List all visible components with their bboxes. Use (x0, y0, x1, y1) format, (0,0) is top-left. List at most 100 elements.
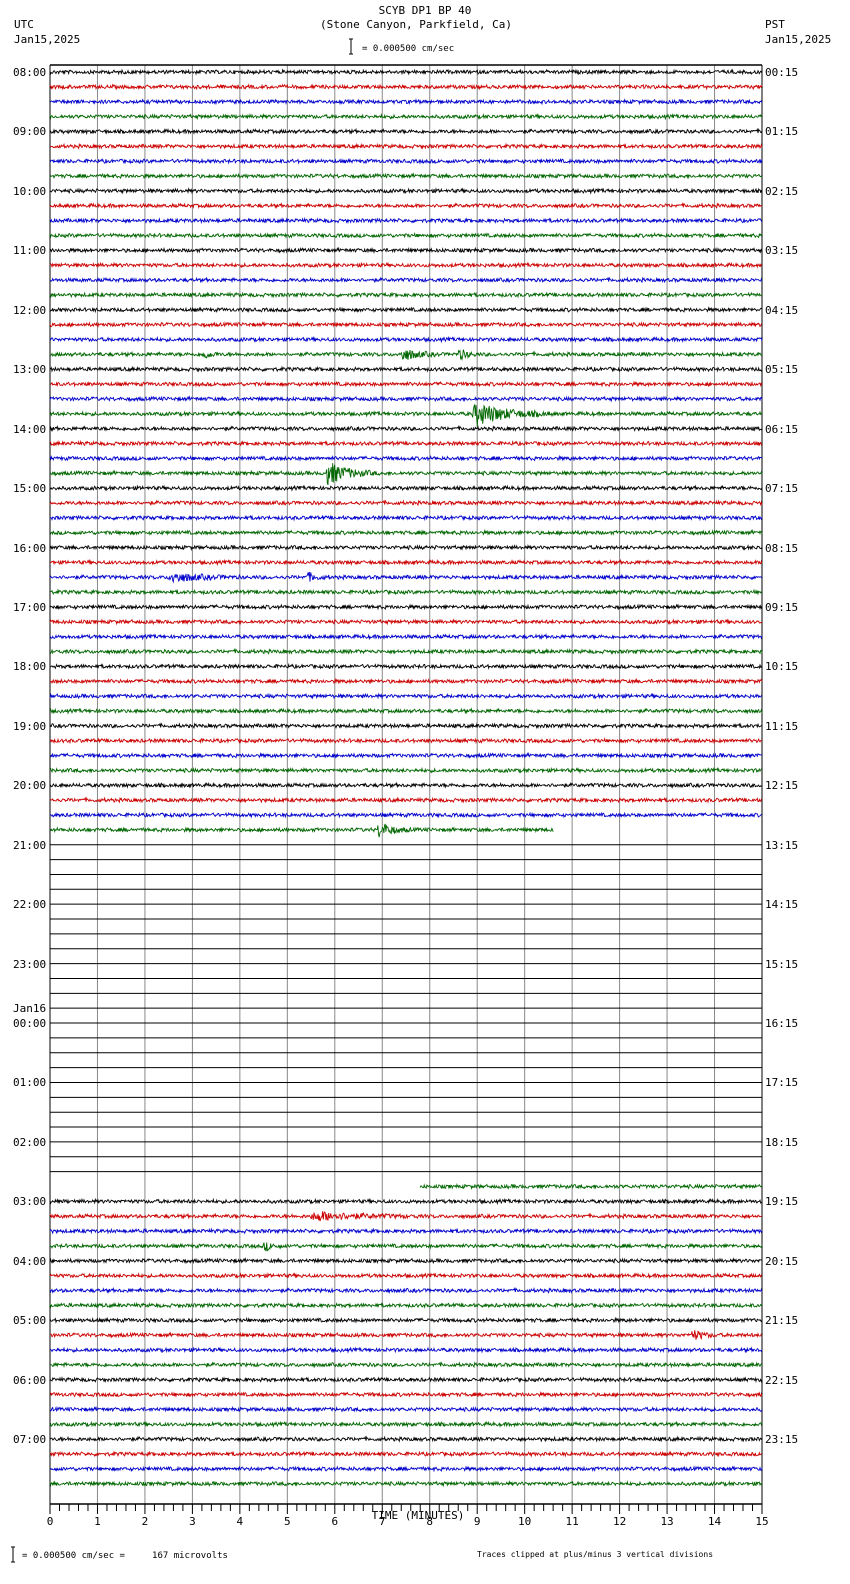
x-tick-label: 12 (612, 1515, 627, 1528)
x-tick-label: 2 (141, 1515, 149, 1528)
pst-hour-label: 20:15 (765, 1254, 799, 1268)
pst-hour-label: 10:15 (765, 660, 799, 674)
pst-hour-label: 16:15 (765, 1017, 799, 1031)
trace-row-79 (49, 1242, 763, 1252)
utc-hour-label: 06:00 (13, 1373, 47, 1387)
utc-hour-label: 08:00 (13, 66, 47, 79)
pst-hour-label: 15:15 (765, 957, 799, 971)
x-tick-label: 6 (331, 1515, 339, 1528)
trace-row-76 (49, 1197, 763, 1206)
trace-row-29 (49, 499, 763, 507)
trace-row-28 (49, 484, 763, 492)
pst-hour-label: 23:15 (765, 1433, 799, 1447)
trace-row-19 (49, 349, 763, 361)
utc-hour-label: 00:00 (13, 1017, 47, 1031)
trace-row-12 (50, 246, 763, 255)
trace-row-13 (49, 261, 763, 269)
trace-row-94 (49, 1465, 763, 1473)
utc-hour-label: 09:00 (13, 125, 47, 139)
trace-row-91 (49, 1420, 763, 1428)
trace-row-78 (49, 1227, 763, 1235)
trace-row-25 (49, 439, 763, 448)
pst-hour-label: 09:15 (765, 600, 799, 614)
pst-hour-label: 21:15 (765, 1314, 799, 1328)
pst-hour-label: 00:15 (765, 66, 799, 79)
trace-row-90 (49, 1405, 763, 1413)
pst-hour-label: 03:15 (765, 244, 799, 258)
x-tick-label: 5 (284, 1515, 291, 1528)
utc-hour-label: 18:00 (13, 660, 47, 674)
utc-hour-label: 17:00 (13, 600, 47, 614)
pst-hour-label: 02:15 (765, 184, 799, 198)
trace-row-86 (50, 1346, 763, 1354)
trace-row-17 (49, 321, 763, 329)
pst-hour-label: 07:15 (765, 482, 799, 496)
utc-hour-label: 05:00 (13, 1314, 47, 1328)
trace-row-24 (49, 424, 763, 433)
trace-row-40 (49, 662, 763, 670)
trace-row-47 (49, 766, 763, 775)
x-tick-label: 3 (189, 1515, 196, 1528)
trace-row-83 (49, 1301, 763, 1309)
pst-hour-label: 08:15 (765, 541, 799, 555)
trace-row-32 (49, 543, 763, 552)
pst-hour-label: 05:15 (765, 363, 799, 377)
trace-row-44 (49, 722, 763, 730)
trace-row-37 (49, 618, 763, 626)
footer-scale-text: = 0.000500 cm/sec = 167 microvolts (22, 1551, 228, 1561)
utc-hour-label: 16:00 (13, 541, 47, 555)
trace-row-38 (49, 633, 763, 641)
utc-hour-label: 13:00 (13, 363, 47, 377)
pst-hour-label: 06:15 (765, 422, 799, 436)
x-tick-label: 0 (46, 1515, 54, 1528)
utc-hour-label: 12:00 (13, 303, 47, 317)
trace-row-5 (49, 142, 763, 150)
trace-row-3 (49, 112, 763, 121)
trace-row-11 (49, 232, 763, 240)
trace-row-1 (49, 83, 763, 91)
trace-row-10 (49, 216, 763, 225)
trace-row-15 (49, 291, 763, 299)
utc-hour-label: 23:00 (13, 957, 47, 971)
trace-row-30 (49, 514, 763, 522)
x-tick-label: 14 (707, 1515, 722, 1528)
utc-hour-label: 11:00 (13, 244, 47, 258)
trace-row-16 (49, 306, 763, 314)
trace-row-36 (49, 603, 763, 611)
utc-hour-label: 07:00 (13, 1433, 47, 1447)
pst-hour-label: 12:15 (765, 779, 799, 793)
x-tick-label: 11 (565, 1515, 579, 1528)
trace-row-48 (49, 781, 763, 789)
utc-hour-label: 20:00 (13, 779, 47, 793)
utc-hour-label: 22:00 (13, 898, 47, 912)
trace-row-23 (49, 403, 763, 427)
utc-hour-label: 10:00 (13, 184, 47, 198)
trace-row-14 (49, 276, 763, 284)
pst-hour-label: 11:15 (765, 719, 799, 733)
trace-row-41 (49, 677, 763, 685)
utc-hour-label: 04:00 (13, 1254, 47, 1268)
pst-hour-label: 14:15 (765, 898, 799, 912)
trace-row-77 (49, 1211, 763, 1222)
helicorder-plot (49, 64, 763, 1514)
trace-row-88 (49, 1376, 763, 1384)
trace-row-42 (49, 692, 763, 700)
utc-hour-label: 02:00 (13, 1135, 47, 1149)
x-tick-label: 10 (518, 1515, 532, 1528)
trace-row-45 (49, 737, 763, 745)
utc-hour-label: 19:00 (13, 719, 47, 733)
trace-row-50 (49, 811, 763, 819)
x-tick-label: 13 (660, 1515, 674, 1528)
pst-hour-label: 04:15 (765, 303, 799, 317)
trace-row-43 (49, 707, 763, 715)
trace-row-9 (49, 202, 763, 210)
trace-row-80 (49, 1257, 762, 1265)
trace-row-18 (49, 335, 763, 344)
footer-scale-bar-icon (11, 1546, 15, 1563)
trace-row-87 (49, 1361, 763, 1369)
clip-note: Traces clipped at plus/minus 3 vertical … (477, 1550, 714, 1559)
utc-hour-label: 14:00 (13, 422, 47, 436)
trace-row-89 (49, 1390, 763, 1398)
pst-hour-label: 13:15 (765, 838, 799, 852)
x-tick-label: 15 (755, 1515, 769, 1528)
